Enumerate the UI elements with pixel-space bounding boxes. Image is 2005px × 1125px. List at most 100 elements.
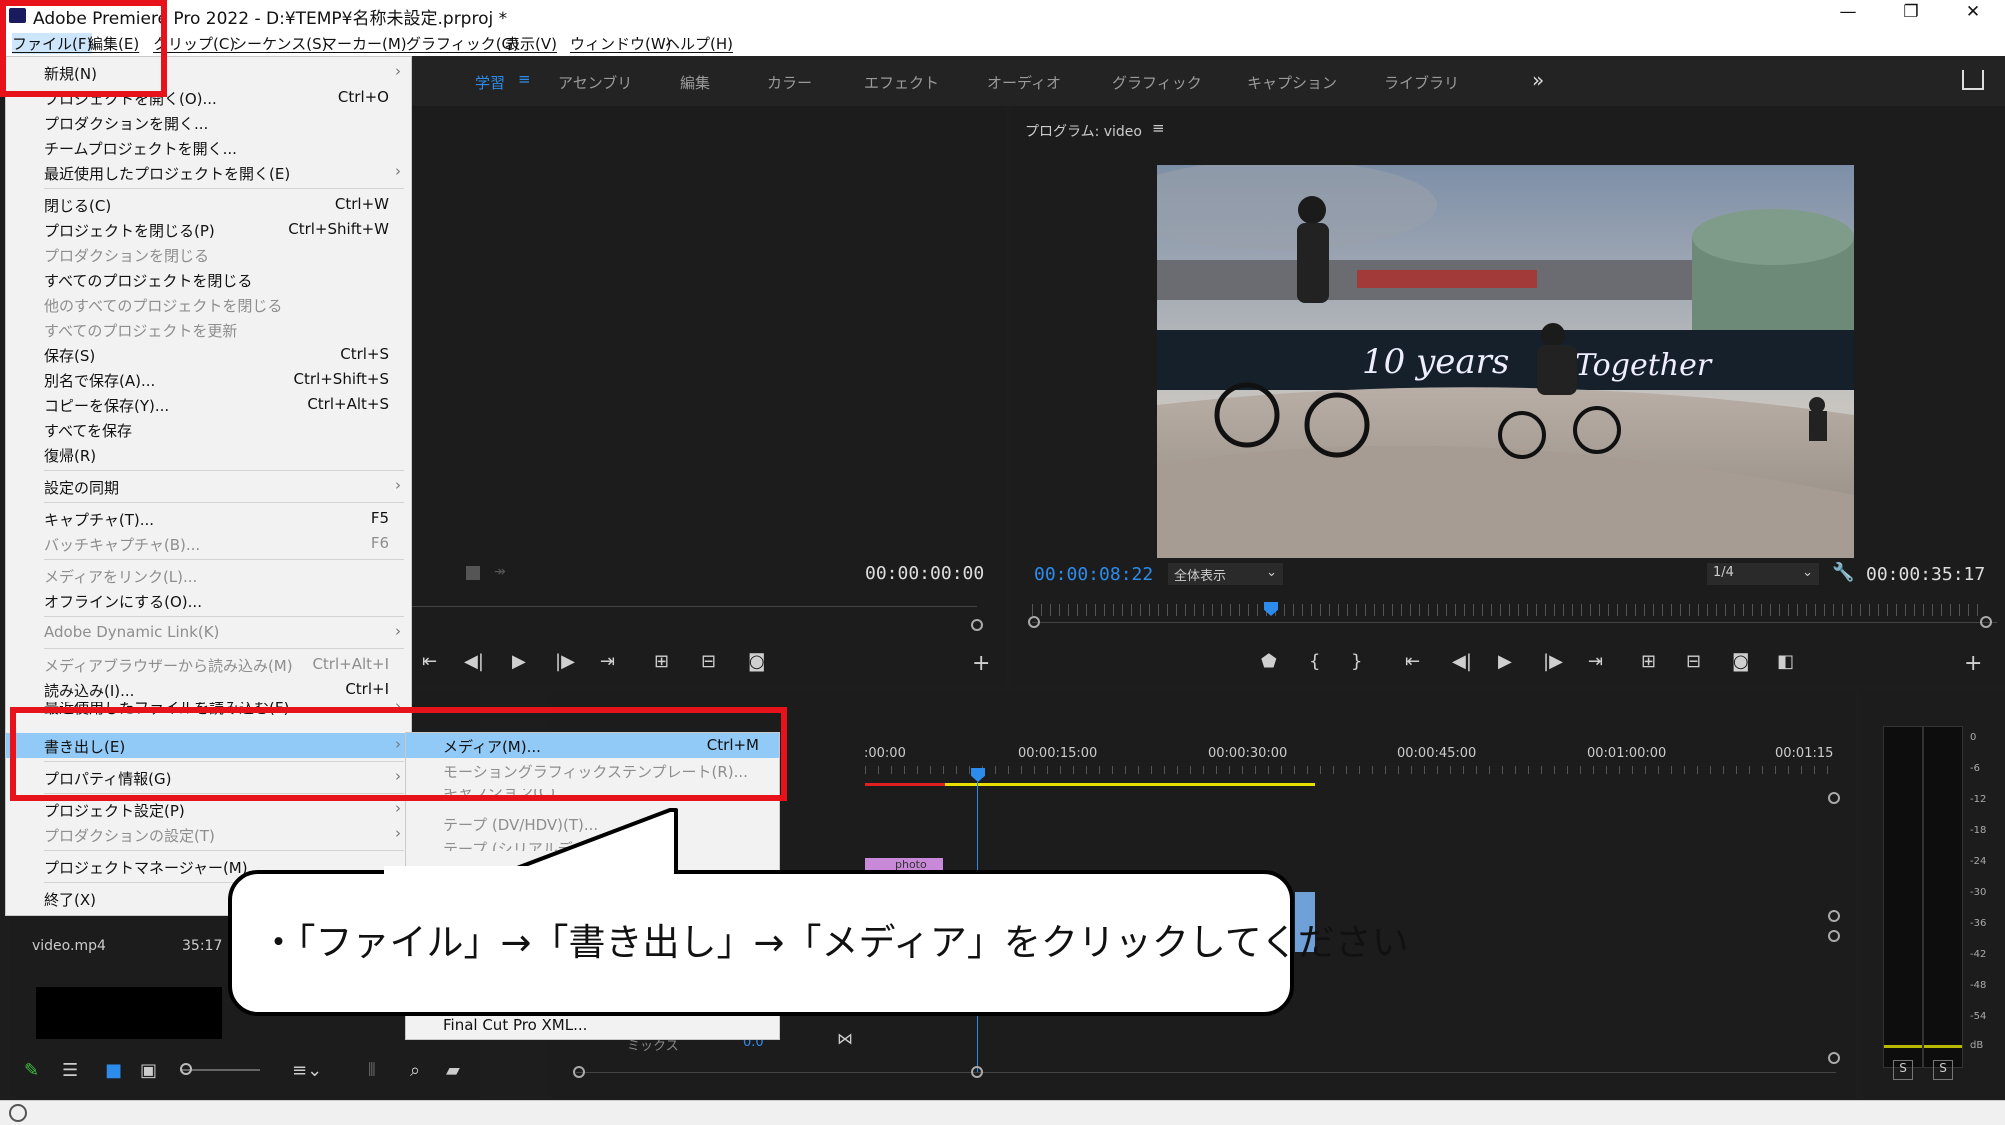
menu-help[interactable]: ヘルプ(H) [665, 33, 733, 54]
thumbnail-size-slider[interactable] [180, 1069, 260, 1071]
track-scroll-handle-c[interactable] [1828, 1052, 1840, 1064]
share-icon[interactable] [1962, 70, 1984, 90]
creative-cloud-icon[interactable] [9, 1104, 27, 1122]
program-timecode[interactable]: 00:00:08:22 [1034, 564, 1153, 585]
step-forward-icon[interactable]: ⇥ [600, 651, 615, 672]
track-scroll-handle-a[interactable] [1828, 910, 1840, 922]
expand-icon[interactable]: ⋈ [837, 1029, 853, 1048]
panel-menu-icon[interactable]: ≡ [1152, 119, 1165, 137]
go-to-out-icon[interactable]: ⇥ [1588, 651, 1603, 672]
timeline-scroll-bar[interactable] [576, 1072, 1836, 1073]
pencil-icon[interactable]: ✎ [24, 1060, 39, 1081]
menu-marker[interactable]: マーカー(M) [322, 33, 407, 54]
sort-icon[interactable]: ≡⌄ [292, 1060, 322, 1081]
automate-icon[interactable]: ⫴ [368, 1060, 376, 1081]
hamburger-icon[interactable]: ≡ [518, 70, 531, 88]
menu-item-close-all-projects[interactable]: すべてのプロジェクトを閉じる [6, 267, 411, 292]
menu-item-production-settings[interactable]: プロダクションの設定(T) › [6, 822, 411, 847]
chevron-right-icon[interactable]: » [1532, 68, 1544, 92]
program-scrub-bar[interactable] [1032, 622, 1997, 623]
wrench-icon[interactable]: 🔧 [1832, 562, 1854, 583]
menu-item-revert[interactable]: 復帰(R) [6, 442, 411, 467]
source-timecode[interactable]: 00:00:00:00 [865, 563, 984, 584]
camera-icon[interactable]: ◙ [1732, 651, 1749, 672]
solo-left-button[interactable]: S [1893, 1060, 1913, 1080]
step-back-icon[interactable]: ⇤ [422, 651, 437, 672]
menu-item-import-media-browser[interactable]: メディアブラウザーから読み込み(M) Ctrl+Alt+I [6, 652, 411, 677]
workspace-tab-effects[interactable]: エフェクト [864, 72, 939, 93]
timeline-playhead-marker[interactable] [971, 768, 985, 782]
workspace-tab-audio[interactable]: オーディオ [987, 72, 1061, 93]
menu-item-save-all[interactable]: すべてを保存 [6, 417, 411, 442]
timeline-zoom-right[interactable] [971, 1066, 983, 1078]
insert-icon[interactable] [466, 566, 480, 580]
zoom-handle-left[interactable] [1028, 616, 1040, 628]
menu-item-open-recent[interactable]: 最近使用したプロジェクトを開く(E) › [6, 160, 411, 185]
overwrite-icon[interactable]: ↠ [494, 564, 506, 580]
menu-item-save-as[interactable]: 別名で保存(A)... Ctrl+Shift+S [6, 367, 411, 392]
menu-graphics[interactable]: グラフィック(G) [406, 33, 519, 54]
menu-item-make-offline[interactable]: オフラインにする(O)... [6, 588, 411, 613]
slider-handle[interactable] [180, 1063, 192, 1075]
menu-item-export-fcp-xml[interactable]: Final Cut Pro XML... [406, 1013, 779, 1038]
timeline-ruler-ticks[interactable] [865, 766, 1831, 774]
program-title[interactable]: プログラム: video [1025, 121, 1142, 141]
timeline-zoom-left[interactable] [573, 1066, 585, 1078]
resolution-dropdown[interactable]: 1/4 ⌄ [1707, 563, 1819, 585]
menu-item-close-other-projects[interactable]: 他のすべてのプロジェクトを閉じる [6, 292, 411, 317]
compare-view-icon[interactable]: ◧ [1777, 651, 1794, 672]
track-scroll-handle-b[interactable] [1828, 930, 1840, 942]
mark-in-icon[interactable]: { [1309, 651, 1320, 672]
insert-clip-icon[interactable]: ⊞ [654, 651, 669, 672]
zoom-dropdown[interactable]: 全体表示 ⌄ [1168, 563, 1283, 585]
menu-item-dynamic-link[interactable]: Adobe Dynamic Link(K) › [6, 620, 411, 645]
add-button-icon[interactable]: + [1964, 651, 1982, 676]
program-ruler[interactable] [1032, 604, 1982, 616]
clip-name[interactable]: video.mp4 [32, 938, 106, 954]
go-to-in-icon[interactable]: ⇤ [1405, 651, 1420, 672]
menu-item-save-copy[interactable]: コピーを保存(Y)... Ctrl+Alt+S [6, 392, 411, 417]
menu-item-close[interactable]: 閉じる(C) Ctrl+W [6, 192, 411, 217]
menu-view[interactable]: 表示(V) [505, 33, 557, 54]
frame-forward-icon[interactable]: |▶ [555, 651, 575, 672]
folder-icon[interactable]: ▰ [446, 1060, 460, 1081]
search-icon[interactable]: ⌕ [410, 1060, 420, 1081]
close-button[interactable]: ✕ [1950, 2, 1996, 28]
play-icon[interactable]: ▶ [1498, 651, 1512, 672]
extract-icon[interactable]: ⊟ [1686, 651, 1701, 672]
menu-sequence[interactable]: シーケンス(S) [232, 33, 327, 54]
add-button-icon[interactable]: + [972, 651, 990, 676]
marker-icon[interactable]: ⬟ [1261, 651, 1277, 672]
frame-back-icon[interactable]: ◀| [1452, 651, 1472, 672]
mark-out-icon[interactable]: } [1351, 651, 1362, 672]
icon-view-icon[interactable]: ■ [105, 1060, 122, 1081]
program-video-frame[interactable]: 10 years Together [1157, 165, 1854, 558]
lift-icon[interactable]: ⊞ [1641, 651, 1656, 672]
menu-item-save[interactable]: 保存(S) Ctrl+S [6, 342, 411, 367]
source-scrub-bar[interactable] [412, 606, 977, 607]
menu-item-sync-settings[interactable]: 設定の同期 › [6, 474, 411, 499]
zoom-handle-right[interactable] [1980, 616, 1992, 628]
minimize-button[interactable]: — [1825, 2, 1871, 28]
play-icon[interactable]: ▶ [512, 651, 526, 672]
menu-window[interactable]: ウィンドウ(W) [570, 33, 672, 54]
menu-item-close-production[interactable]: プロダクションを閉じる [6, 242, 411, 267]
workspace-tab-learn[interactable]: 学習 [475, 72, 505, 93]
source-zoom-handle[interactable] [971, 619, 983, 631]
workspace-tab-edit[interactable]: 編集 [680, 72, 710, 93]
menu-item-close-project[interactable]: プロジェクトを閉じる(P) Ctrl+Shift+W [6, 217, 411, 242]
menu-item-open-production[interactable]: プロダクションを開く... [6, 110, 411, 135]
menu-item-refresh-all-projects[interactable]: すべてのプロジェクトを更新 [6, 317, 411, 342]
workspace-tab-captions[interactable]: キャプション [1247, 72, 1337, 93]
workspace-tab-graphics[interactable]: グラフィック [1112, 72, 1202, 93]
workspace-tab-color[interactable]: カラー [767, 72, 812, 93]
overwrite-clip-icon[interactable]: ⊟ [701, 651, 716, 672]
menu-item-capture[interactable]: キャプチャ(T)... F5 [6, 506, 411, 531]
menu-item-open-team-project[interactable]: チームプロジェクトを開く... [6, 135, 411, 160]
solo-right-button[interactable]: S [1933, 1060, 1953, 1080]
workspace-tab-libraries[interactable]: ライブラリ [1384, 72, 1459, 93]
workspace-tab-assembly[interactable]: アセンブリ [558, 72, 632, 93]
vertical-scroll-handle[interactable] [1828, 792, 1840, 804]
clip-thumbnail[interactable] [36, 987, 222, 1039]
list-view-icon[interactable]: ☰ [62, 1060, 78, 1081]
